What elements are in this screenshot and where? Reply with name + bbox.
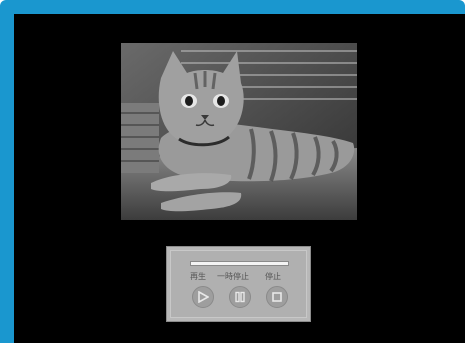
cat-image	[121, 43, 357, 220]
pause-icon	[235, 291, 245, 303]
media-player-controls: 再生 一時停止 停止	[166, 246, 311, 322]
stop-label: 停止	[265, 272, 281, 281]
stop-icon	[272, 292, 282, 302]
play-label: 再生	[190, 272, 206, 281]
stop-button[interactable]	[266, 286, 288, 308]
pause-label: 一時停止	[217, 272, 249, 281]
window-frame: 再生 一時停止 停止	[0, 0, 465, 343]
play-icon	[198, 291, 209, 303]
video-frame-cat-photo	[121, 43, 357, 220]
video-screen: 再生 一時停止 停止	[14, 14, 465, 343]
progress-bar[interactable]	[190, 261, 289, 266]
controls-panel: 再生 一時停止 停止	[170, 250, 307, 318]
play-button[interactable]	[192, 286, 214, 308]
pause-button[interactable]	[229, 286, 251, 308]
